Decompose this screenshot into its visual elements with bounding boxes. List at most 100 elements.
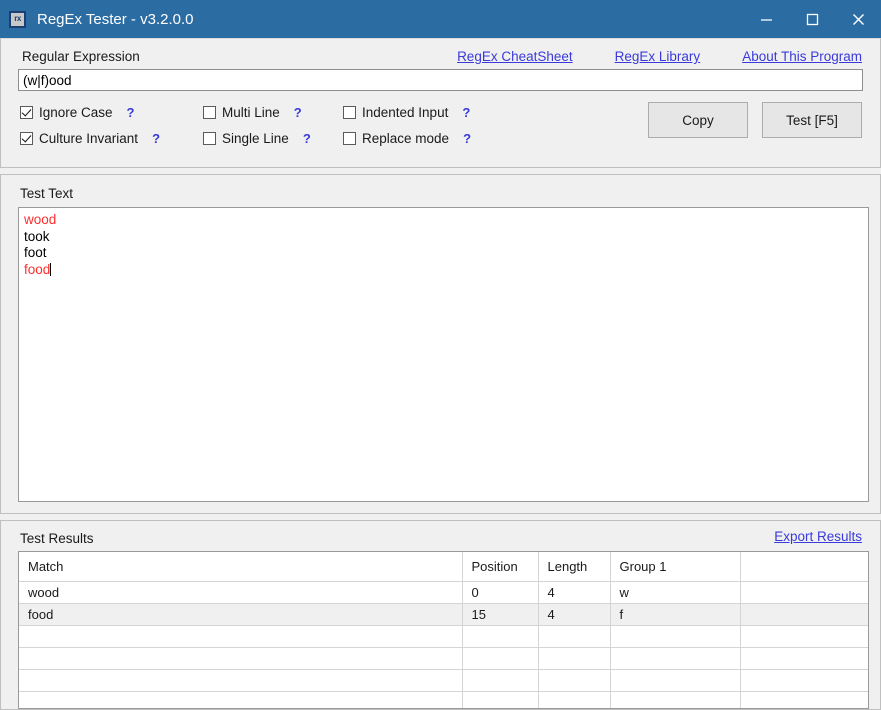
option-label-indented-input: Indented Input [362, 104, 449, 120]
cell-empty [538, 647, 611, 670]
rx-app-icon: rx [9, 10, 26, 28]
title-bar: rx RegEx Tester - v3.2.0.0 [0, 0, 881, 38]
minimize-button[interactable] [743, 0, 789, 38]
action-buttons: Copy Test [F5] [648, 102, 862, 138]
cell-empty [610, 647, 741, 670]
table-row-empty[interactable] [19, 647, 868, 670]
column-header-length[interactable]: Length [538, 552, 611, 582]
test-results-label: Test Results [20, 531, 94, 546]
regex-header-row: Regular Expression RegEx CheatSheet RegE… [1, 47, 880, 67]
checkbox-multi-line[interactable] [203, 105, 216, 119]
cell-empty [610, 669, 741, 692]
cell-empty [538, 669, 611, 692]
client-area: Regular Expression RegEx CheatSheet RegE… [0, 38, 881, 710]
copy-button[interactable]: Copy [648, 102, 748, 138]
option-multi-line[interactable]: Multi Line ? [203, 101, 343, 123]
cell-empty [19, 691, 463, 708]
help-icon-culture-invariant[interactable]: ? [152, 131, 160, 146]
cell-empty [19, 669, 463, 692]
app-icon-text: rx [14, 14, 21, 23]
help-icon-single-line[interactable]: ? [303, 131, 311, 146]
table-header-row: Match Position Length Group 1 [19, 552, 868, 582]
option-label-multi-line: Multi Line [222, 104, 280, 120]
cell-empty [462, 625, 539, 648]
column-header-filler [740, 552, 868, 582]
cell-group-1: w [610, 581, 741, 604]
test-text-label: Test Text [20, 186, 74, 201]
test-text-line: foot [24, 245, 863, 262]
checkbox-indented-input[interactable] [343, 105, 356, 119]
option-indented-input[interactable]: Indented Input ? [343, 101, 471, 123]
cell-empty [462, 691, 539, 708]
export-results-link[interactable]: Export Results [774, 529, 862, 544]
option-label-ignore-case: Ignore Case [39, 104, 113, 120]
app-window: rx RegEx Tester - v3.2.0.0 Regular Expre… [0, 0, 881, 710]
text-caret [50, 262, 52, 276]
window-title: RegEx Tester - v3.2.0.0 [37, 10, 194, 28]
test-text-panel: Test Text wood took foot food [0, 174, 881, 514]
regex-library-link[interactable]: RegEx Library [615, 49, 701, 64]
cell-empty [740, 691, 868, 708]
cell-match: wood [19, 581, 463, 604]
test-text-match: food [24, 261, 51, 277]
test-text-input[interactable]: wood took foot food [18, 207, 869, 502]
header-links: RegEx CheatSheet RegEx Library About Thi… [457, 49, 862, 64]
option-single-line[interactable]: Single Line ? [203, 127, 343, 149]
help-icon-multi-line[interactable]: ? [294, 105, 302, 120]
test-results-panel: Test Results Export Results Match Positi… [0, 520, 881, 710]
cell-empty [19, 625, 463, 648]
table-row-empty[interactable] [19, 669, 868, 692]
regex-input[interactable] [18, 69, 863, 91]
results-grid-wrap: Match Position Length Group 1 wood 0 4 w… [18, 551, 869, 709]
window-controls [743, 0, 881, 38]
test-text-plain: took [24, 228, 50, 244]
option-label-single-line: Single Line [222, 130, 289, 146]
test-text-line: wood [24, 212, 863, 229]
option-label-culture-invariant: Culture Invariant [39, 130, 139, 146]
help-icon-indented-input[interactable]: ? [462, 105, 470, 120]
column-header-match[interactable]: Match [19, 552, 463, 582]
regex-panel: Regular Expression RegEx CheatSheet RegE… [0, 38, 881, 168]
checkbox-ignore-case[interactable] [20, 105, 33, 119]
close-button[interactable] [835, 0, 881, 38]
checkbox-single-line[interactable] [203, 131, 216, 145]
table-row-empty[interactable] [19, 625, 868, 648]
cell-empty [19, 647, 463, 670]
cell-filler [740, 603, 868, 626]
cell-empty [462, 669, 539, 692]
help-icon-replace-mode[interactable]: ? [463, 131, 471, 146]
table-row-empty[interactable] [19, 691, 868, 708]
cell-empty [538, 625, 611, 648]
about-this-program-link[interactable]: About This Program [742, 49, 862, 64]
column-header-position[interactable]: Position [462, 552, 539, 582]
test-button[interactable]: Test [F5] [762, 102, 862, 138]
test-text-match: wood [24, 212, 57, 227]
results-table: Match Position Length Group 1 wood 0 4 w… [19, 552, 868, 708]
cell-empty [462, 647, 539, 670]
cell-empty [610, 691, 741, 708]
cell-length: 4 [538, 603, 611, 626]
cell-filler [740, 581, 868, 604]
option-ignore-case[interactable]: Ignore Case ? [20, 101, 203, 123]
results-header: Test Results Export Results [1, 521, 880, 551]
option-culture-invariant[interactable]: Culture Invariant ? [20, 127, 203, 149]
cell-group-1: f [610, 603, 741, 626]
option-replace-mode[interactable]: Replace mode ? [343, 127, 471, 149]
cell-empty [740, 669, 868, 692]
cell-position: 15 [462, 603, 539, 626]
cell-empty [740, 625, 868, 648]
column-header-group-1[interactable]: Group 1 [610, 552, 741, 582]
checkbox-culture-invariant[interactable] [20, 131, 33, 145]
cell-position: 0 [462, 581, 539, 604]
cell-length: 4 [538, 581, 611, 604]
table-row[interactable]: food 15 4 f [19, 603, 868, 626]
maximize-button[interactable] [789, 0, 835, 38]
table-row[interactable]: wood 0 4 w [19, 581, 868, 604]
cell-empty [740, 647, 868, 670]
option-label-replace-mode: Replace mode [362, 130, 450, 146]
checkbox-replace-mode[interactable] [343, 131, 356, 145]
test-text-line: food [24, 262, 863, 279]
regex-options: Ignore Case ? Multi Line ? Indented Inpu… [20, 99, 471, 151]
regex-cheatsheet-link[interactable]: RegEx CheatSheet [457, 49, 573, 64]
help-icon-ignore-case[interactable]: ? [127, 105, 135, 120]
